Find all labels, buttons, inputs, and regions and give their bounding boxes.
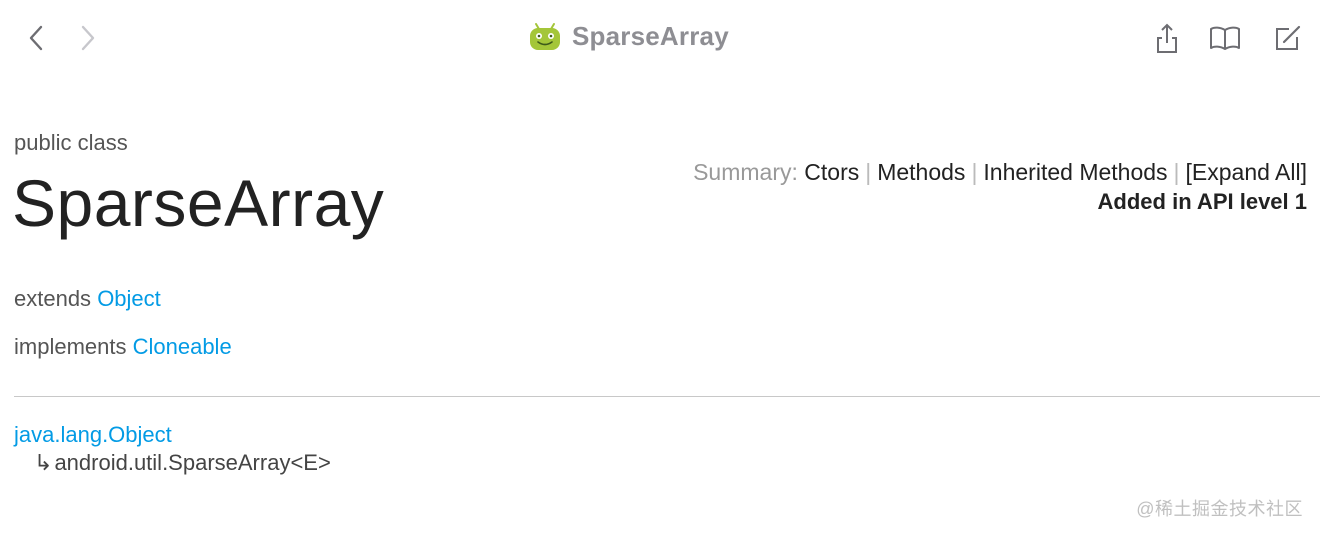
edit-button[interactable] xyxy=(1271,20,1305,56)
toolbar: SparseArray xyxy=(0,0,1320,76)
android-logo-icon xyxy=(530,23,560,50)
class-modifier: public class xyxy=(14,130,128,155)
chevron-left-icon xyxy=(29,25,43,51)
extends-object-link[interactable]: Object xyxy=(97,286,161,311)
hierarchy-root-link[interactable]: java.lang.Object xyxy=(14,422,172,447)
book-button[interactable] xyxy=(1208,20,1242,56)
window-title-area: SparseArray xyxy=(528,18,729,54)
page-title: SparseArray xyxy=(12,166,385,240)
hierarchy-root: java.lang.Object xyxy=(14,422,172,448)
summary-link-methods[interactable]: Methods xyxy=(877,159,965,185)
window-title: SparseArray xyxy=(572,20,729,51)
forward-button[interactable] xyxy=(74,22,102,54)
share-button[interactable] xyxy=(1150,20,1184,56)
extends-row: extends Object xyxy=(14,286,161,312)
hierarchy-arrow-icon: ↳ xyxy=(34,450,53,475)
api-level-badge: Added in API level 1 xyxy=(1097,189,1307,214)
edit-icon xyxy=(1276,25,1301,50)
implements-row: implements Cloneable xyxy=(14,334,232,360)
hierarchy-child-label: android.util.SparseArray<E> xyxy=(54,450,331,475)
implements-cloneable-link[interactable]: Cloneable xyxy=(133,334,232,359)
divider xyxy=(14,396,1320,397)
chevron-right-icon xyxy=(81,25,95,51)
extends-label: extends xyxy=(14,286,92,311)
implements-label: implements xyxy=(14,334,127,359)
share-icon xyxy=(1157,23,1177,53)
hierarchy-child: ↳android.util.SparseArray<E> xyxy=(34,450,331,476)
back-button[interactable] xyxy=(22,22,50,54)
book-icon xyxy=(1210,26,1240,50)
summary-separator: | xyxy=(865,159,872,185)
summary-separator: | xyxy=(1173,159,1180,185)
summary-label: Summary: xyxy=(693,159,798,185)
summary-link-inherited-methods[interactable]: Inherited Methods xyxy=(983,159,1167,185)
watermark: @稀土掘金技术社区 xyxy=(1136,499,1303,519)
summary-separator: | xyxy=(971,159,978,185)
summary-link-expand-all[interactable]: [Expand All] xyxy=(1186,159,1307,185)
summary-link-ctors[interactable]: Ctors xyxy=(804,159,859,185)
summary-bar: Summary: Ctors | Methods | Inherited Methods… xyxy=(693,159,1307,186)
